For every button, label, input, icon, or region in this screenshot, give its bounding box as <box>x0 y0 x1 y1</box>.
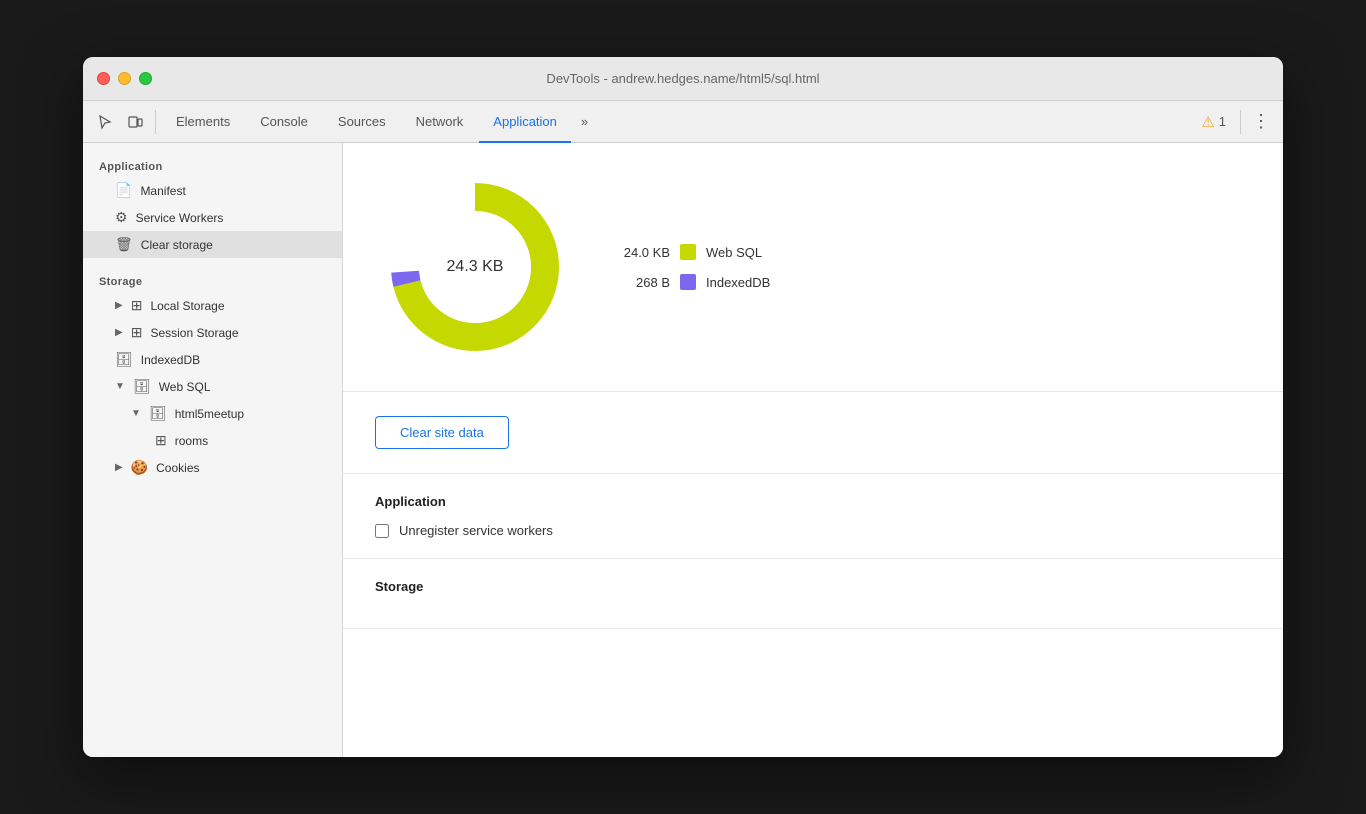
sidebar-web-sql-label: Web SQL <box>159 380 211 394</box>
sidebar-indexeddb-label: IndexedDB <box>141 353 200 367</box>
sidebar-service-workers-label: Service Workers <box>136 211 224 225</box>
sidebar-clear-storage-label: Clear storage <box>141 238 213 252</box>
device-icon <box>127 114 143 130</box>
tab-elements[interactable]: Elements <box>162 101 244 143</box>
maximize-button[interactable] <box>139 72 152 85</box>
tab-application[interactable]: Application <box>479 101 571 143</box>
devtools-menu-button[interactable]: ⋮ <box>1247 108 1275 136</box>
toolbar-separator-2 <box>1240 110 1241 134</box>
devtools-window: DevTools - andrew.hedges.name/html5/sql.… <box>83 57 1283 757</box>
warning-count[interactable]: ⚠ 1 <box>1193 113 1234 131</box>
expand-arrow-html5meetup: ▼ <box>131 408 141 419</box>
cursor-icon <box>97 114 113 130</box>
trash-icon: 🗑 <box>115 236 133 253</box>
web-sql-value: 24.0 KB <box>615 245 670 260</box>
sidebar-item-local-storage[interactable]: ▶ ⊞ Local Storage <box>83 292 342 319</box>
manifest-icon: 📄 <box>115 182 132 199</box>
device-toolbar-button[interactable] <box>121 108 149 136</box>
sidebar-item-manifest[interactable]: 📄 Manifest <box>83 177 342 204</box>
application-content-section: Application Unregister service workers <box>343 474 1283 559</box>
sidebar-cookies-label: Cookies <box>156 461 199 475</box>
toolbar-separator <box>155 110 156 134</box>
titlebar: DevTools - andrew.hedges.name/html5/sql.… <box>83 57 1283 101</box>
session-storage-icon: ⊞ <box>131 324 143 341</box>
sidebar-item-web-sql[interactable]: ▼ 🗄 Web SQL <box>83 373 342 400</box>
expand-arrow-web-sql: ▼ <box>115 381 125 392</box>
indexeddb-value: 268 B <box>615 275 670 290</box>
legend-item-web-sql: 24.0 KB Web SQL <box>615 244 770 260</box>
unregister-label: Unregister service workers <box>399 523 553 538</box>
window-title: DevTools - andrew.hedges.name/html5/sql.… <box>546 71 819 86</box>
clear-site-data-area: Clear site data <box>343 392 1283 474</box>
web-sql-swatch <box>680 244 696 260</box>
tab-console[interactable]: Console <box>246 101 322 143</box>
sidebar-item-clear-storage[interactable]: 🗑 Clear storage <box>83 231 342 258</box>
local-storage-icon: ⊞ <box>131 297 143 314</box>
sidebar-item-cookies[interactable]: ▶ 🍪 Cookies <box>83 454 342 481</box>
legend-item-indexeddb: 268 B IndexedDB <box>615 274 770 290</box>
web-sql-icon: 🗄 <box>133 378 151 395</box>
traffic-lights <box>97 72 152 85</box>
expand-arrow-session-storage: ▶ <box>115 327 123 338</box>
content-panel: 24.3 KB 24.0 KB Web SQL 268 B IndexedDB <box>343 143 1283 757</box>
storage-section-title: Storage <box>83 268 342 292</box>
more-tabs-button[interactable]: » <box>573 114 596 129</box>
sidebar-item-service-workers[interactable]: ⚙ Service Workers <box>83 204 342 231</box>
clear-site-data-button[interactable]: Clear site data <box>375 416 509 449</box>
toolbar: Elements Console Sources Network Applica… <box>83 101 1283 143</box>
sidebar-session-storage-label: Session Storage <box>150 326 238 340</box>
unregister-service-workers-row: Unregister service workers <box>375 523 1251 538</box>
minimize-button[interactable] <box>118 72 131 85</box>
indexeddb-legend-label: IndexedDB <box>706 275 770 290</box>
tab-network[interactable]: Network <box>402 101 478 143</box>
sidebar-item-html5meetup[interactable]: ▼ 🗄 html5meetup <box>83 400 342 427</box>
sidebar-item-rooms[interactable]: ⊞ rooms <box>83 427 342 454</box>
indexeddb-icon: 🗄 <box>115 351 133 368</box>
donut-center-label: 24.3 KB <box>447 258 504 276</box>
tab-sources[interactable]: Sources <box>324 101 400 143</box>
main-area: Application 📄 Manifest ⚙ Service Workers… <box>83 143 1283 757</box>
storage-section-heading: Storage <box>375 579 1251 594</box>
sidebar-item-indexeddb[interactable]: 🗄 IndexedDB <box>83 346 342 373</box>
indexeddb-swatch <box>680 274 696 290</box>
sidebar-rooms-label: rooms <box>175 434 208 448</box>
web-sql-legend-label: Web SQL <box>706 245 762 260</box>
storage-content-section: Storage <box>343 559 1283 629</box>
sidebar-item-session-storage[interactable]: ▶ ⊞ Session Storage <box>83 319 342 346</box>
sidebar-local-storage-label: Local Storage <box>150 299 224 313</box>
expand-arrow-cookies: ▶ <box>115 462 123 473</box>
sidebar-manifest-label: Manifest <box>140 184 185 198</box>
sidebar: Application 📄 Manifest ⚙ Service Workers… <box>83 143 343 757</box>
gear-icon: ⚙ <box>115 209 128 226</box>
application-section-heading: Application <box>375 494 1251 509</box>
html5meetup-icon: 🗄 <box>149 405 167 422</box>
rooms-icon: ⊞ <box>155 432 167 449</box>
cookies-icon: 🍪 <box>131 459 148 476</box>
close-button[interactable] <box>97 72 110 85</box>
application-section-title: Application <box>83 153 342 177</box>
donut-chart: 24.3 KB <box>375 167 575 367</box>
unregister-checkbox[interactable] <box>375 524 389 538</box>
chart-legend: 24.0 KB Web SQL 268 B IndexedDB <box>615 244 770 290</box>
expand-arrow-local-storage: ▶ <box>115 300 123 311</box>
sidebar-html5meetup-label: html5meetup <box>175 407 244 421</box>
warning-icon: ⚠ <box>1201 113 1214 131</box>
inspect-element-button[interactable] <box>91 108 119 136</box>
chart-area: 24.3 KB 24.0 KB Web SQL 268 B IndexedDB <box>343 143 1283 392</box>
